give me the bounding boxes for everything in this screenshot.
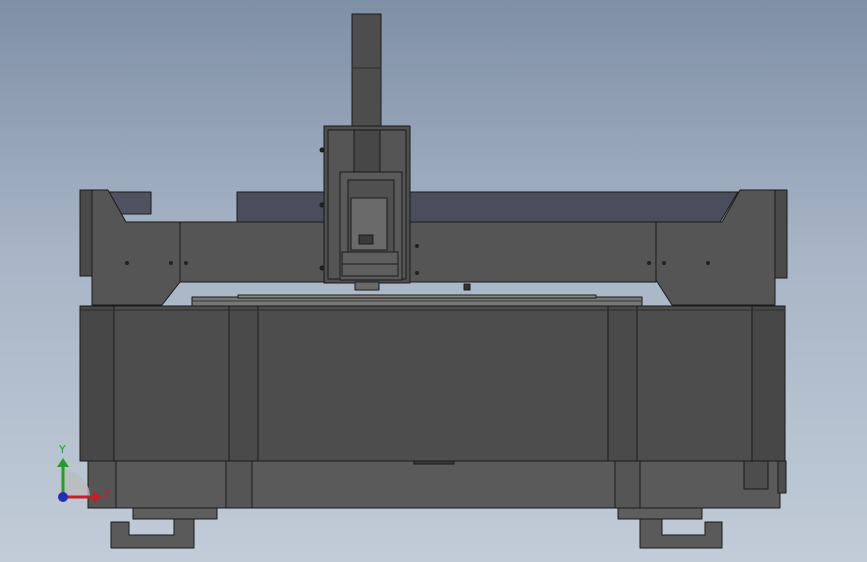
machine-foot-left xyxy=(110,507,218,549)
work-table-slats xyxy=(191,283,643,307)
z-axis-column xyxy=(351,13,382,127)
machine-base xyxy=(87,460,787,509)
cad-viewport[interactable]: Y X xyxy=(0,0,867,562)
axis-x-label: X xyxy=(103,487,111,500)
machine-foot-right xyxy=(617,507,723,549)
machine-bed xyxy=(79,305,786,462)
cutting-head-carriage xyxy=(319,125,411,291)
machine-drawing xyxy=(57,13,788,549)
axis-y-label: Y xyxy=(59,443,66,456)
